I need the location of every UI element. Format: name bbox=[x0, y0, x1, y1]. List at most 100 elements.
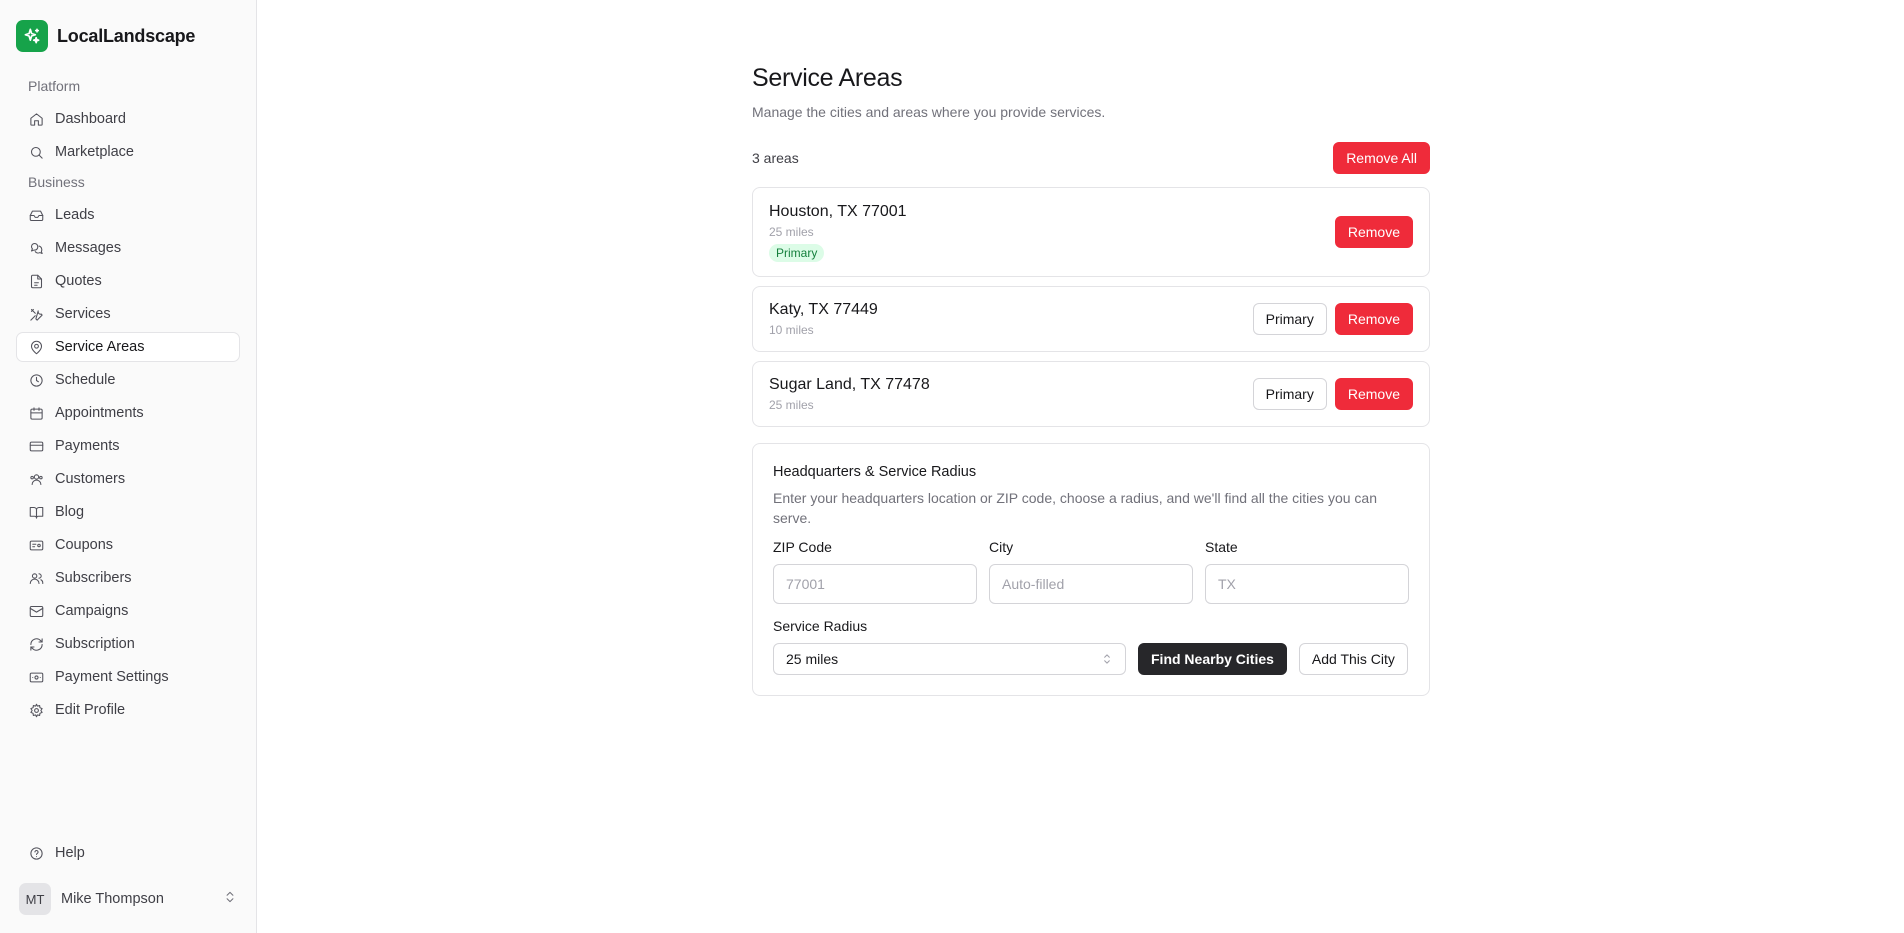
zip-code-input[interactable] bbox=[773, 564, 977, 604]
sidebar-item-leads[interactable]: Leads bbox=[16, 200, 240, 230]
city-input[interactable] bbox=[989, 564, 1193, 604]
sidebar-item-label: Subscribers bbox=[55, 570, 132, 586]
sidebar-item-label: Dashboard bbox=[55, 111, 126, 127]
home-icon bbox=[30, 112, 43, 126]
ticket-icon bbox=[29, 540, 44, 550]
sidebar-item-label: Service Areas bbox=[55, 339, 145, 355]
wallet-icon bbox=[29, 672, 44, 682]
sidebar-item-services[interactable]: Services bbox=[16, 299, 240, 329]
sidebar-item-help[interactable]: Help bbox=[16, 838, 240, 868]
sidebar-item-appointments[interactable]: Appointments bbox=[16, 398, 240, 428]
set-primary-button[interactable]: Primary bbox=[1252, 303, 1327, 335]
sidebar-item-marketplace[interactable]: Marketplace bbox=[16, 137, 240, 167]
area-radius: 25 miles bbox=[769, 224, 814, 239]
chevrons-up-down-icon bbox=[223, 890, 237, 908]
sidebar-item-campaigns[interactable]: Campaigns bbox=[16, 596, 240, 626]
calendar-icon bbox=[30, 406, 43, 420]
service-areas-panel: Service Areas Manage the cities and area… bbox=[752, 64, 1430, 696]
sidebar-item-dashboard[interactable]: Dashboard bbox=[16, 104, 240, 134]
sidebar-item-quotes[interactable]: Quotes bbox=[16, 266, 240, 296]
sidebar-item-messages[interactable]: Messages bbox=[16, 233, 240, 263]
area-name: Houston, TX 77001 bbox=[769, 202, 907, 220]
book-icon bbox=[29, 506, 44, 519]
users-group-icon bbox=[30, 473, 43, 485]
service-radius-select[interactable]: 25 miles bbox=[773, 643, 1126, 675]
remove-button[interactable]: Remove bbox=[1334, 303, 1413, 335]
brand[interactable]: LocalLandscape bbox=[16, 20, 240, 52]
area-name: Sugar Land, TX 77478 bbox=[769, 376, 930, 393]
area-radius: 25 miles bbox=[769, 398, 814, 412]
area-card-katy: Katy, TX 77449 10 miles Primary Remove bbox=[752, 286, 1430, 352]
remove-button[interactable]: Remove bbox=[1334, 216, 1413, 248]
users-icon bbox=[29, 572, 44, 584]
area-actions: Primary Remove bbox=[1252, 303, 1413, 335]
remove-all-button[interactable]: Remove All bbox=[1333, 142, 1430, 174]
area-radius: 10 miles bbox=[769, 323, 814, 337]
user-name: Mike Thompson bbox=[61, 891, 164, 907]
area-actions: Primary Remove bbox=[1252, 378, 1413, 410]
mail-icon bbox=[29, 605, 44, 617]
sidebar-item-label: Leads bbox=[55, 207, 95, 223]
sidebar: LocalLandscape Platform Dashboard Market… bbox=[0, 0, 257, 933]
area-info: Sugar Land, TX 77478 25 miles bbox=[769, 376, 930, 412]
brand-name: LocalLandscape bbox=[57, 25, 196, 46]
app-root: LocalLandscape Platform Dashboard Market… bbox=[0, 0, 1904, 933]
city-field-group: City bbox=[989, 539, 1193, 604]
map-pin-icon bbox=[30, 340, 43, 354]
remove-button[interactable]: Remove bbox=[1334, 378, 1413, 410]
city-label: City bbox=[989, 539, 1014, 555]
sidebar-item-label: Schedule bbox=[55, 372, 116, 388]
areas-toolbar: 3 areas Remove All bbox=[752, 142, 1430, 174]
inbox-icon bbox=[29, 210, 44, 221]
sidebar-item-label: Edit Profile bbox=[55, 702, 126, 718]
user-menu[interactable]: MT Mike Thompson bbox=[16, 879, 240, 919]
sidebar-item-label: Marketplace bbox=[55, 144, 134, 160]
refresh-icon bbox=[30, 637, 43, 651]
sidebar-item-label: Payments bbox=[55, 438, 120, 454]
sidebar-item-coupons[interactable]: Coupons bbox=[16, 530, 240, 560]
sidebar-item-payment-settings[interactable]: Payment Settings bbox=[16, 662, 240, 692]
radius-label: Service Radius bbox=[773, 618, 868, 634]
sidebar-item-label: Messages bbox=[55, 240, 122, 256]
sidebar-item-subscription[interactable]: Subscription bbox=[16, 629, 240, 659]
area-info: Houston, TX 77001 25 miles Primary bbox=[769, 203, 907, 262]
chevrons-up-down-icon bbox=[1104, 654, 1110, 664]
sidebar-item-label: Appointments bbox=[55, 405, 144, 421]
sidebar-item-label: Quotes bbox=[55, 273, 102, 289]
area-name: Katy, TX 77449 bbox=[769, 301, 878, 318]
sidebar-item-label: Blog bbox=[55, 504, 85, 520]
area-card-houston: Houston, TX 77001 25 miles Primary Remov… bbox=[752, 187, 1430, 277]
zip-field-group: ZIP Code bbox=[773, 539, 977, 604]
primary-badge: Primary bbox=[769, 243, 825, 262]
sidebar-item-label: Subscription bbox=[55, 636, 135, 652]
sidebar-item-blog[interactable]: Blog bbox=[16, 497, 240, 527]
sidebar-item-label: Coupons bbox=[55, 537, 114, 553]
radius-select-value: 25 miles bbox=[786, 651, 839, 667]
find-nearby-cities-button[interactable]: Find Nearby Cities bbox=[1138, 643, 1287, 675]
page-subtitle: Manage the cities and areas where you pr… bbox=[752, 104, 1106, 120]
zip-label: ZIP Code bbox=[773, 539, 832, 555]
nav-group-label-business: Business bbox=[28, 174, 85, 190]
sidebar-item-subscribers[interactable]: Subscribers bbox=[16, 563, 240, 593]
sidebar-item-customers[interactable]: Customers bbox=[16, 464, 240, 494]
add-this-city-button[interactable]: Add This City bbox=[1298, 643, 1408, 675]
sidebar-item-schedule[interactable]: Schedule bbox=[16, 365, 240, 395]
hq-title: Headquarters & Service Radius bbox=[773, 464, 977, 480]
avatar: MT bbox=[19, 883, 51, 915]
area-info: Katy, TX 77449 10 miles bbox=[769, 301, 878, 337]
sidebar-item-service-areas[interactable]: Service Areas bbox=[16, 332, 240, 362]
area-actions: Remove bbox=[1334, 216, 1413, 248]
radius-row: 25 miles Find Nearby Cities Add This Cit… bbox=[773, 643, 1409, 675]
set-primary-button[interactable]: Primary bbox=[1252, 378, 1327, 410]
sidebar-item-label: Campaigns bbox=[55, 603, 129, 619]
help-circle-icon bbox=[30, 846, 43, 860]
state-field-group: State bbox=[1205, 539, 1409, 604]
sidebar-item-edit-profile[interactable]: Edit Profile bbox=[16, 695, 240, 725]
clock-icon bbox=[30, 373, 43, 387]
sidebar-item-label: Help bbox=[55, 845, 85, 861]
state-input[interactable] bbox=[1205, 564, 1409, 604]
sparkle-logo-icon bbox=[16, 20, 48, 52]
sidebar-item-label: Customers bbox=[55, 471, 126, 487]
sidebar-item-payments[interactable]: Payments bbox=[16, 431, 240, 461]
credit-card-icon bbox=[29, 441, 44, 451]
